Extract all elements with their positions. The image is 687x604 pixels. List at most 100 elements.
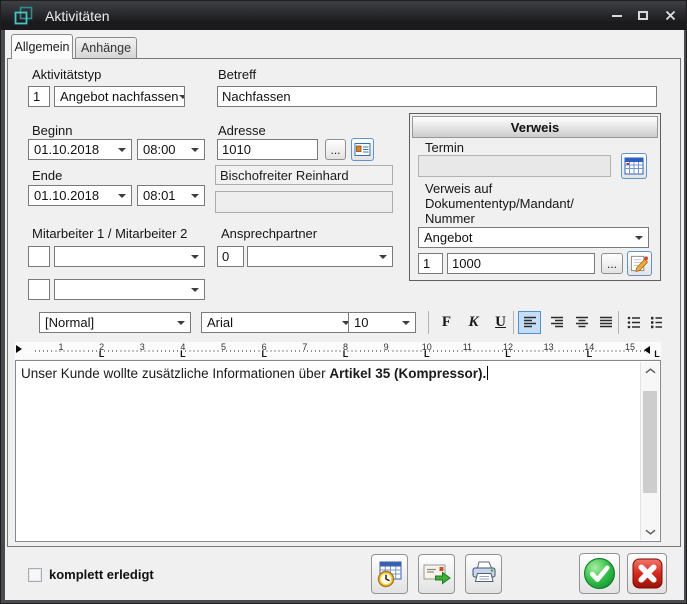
vertical-scrollbar[interactable]	[640, 362, 659, 540]
chevron-down-icon	[645, 529, 656, 535]
verweis-title: Verweis	[511, 120, 559, 135]
ruler-tab-stop[interactable]: L	[343, 349, 349, 359]
nummer-field[interactable]: 1000	[447, 253, 595, 274]
ruler-indent-marker[interactable]	[16, 345, 22, 353]
beginn-date-value: 01.10.2018	[34, 142, 99, 157]
bullet-list-button[interactable]	[622, 311, 645, 334]
numbered-list-button[interactable]	[646, 311, 663, 334]
font-size-value: 10	[354, 315, 368, 330]
termin-field[interactable]	[418, 155, 611, 177]
tab-allgemein[interactable]: Allgemein	[11, 34, 73, 59]
align-center-button[interactable]	[570, 311, 593, 334]
ruler-number: 1	[58, 342, 63, 352]
cancel-button[interactable]	[627, 553, 667, 594]
align-justify-button[interactable]	[594, 311, 617, 334]
font-size-dropdown[interactable]: 10	[348, 312, 416, 333]
aktivitaeten-window: Aktivitäten Allgemein Anhänge Aktivitäts…	[0, 0, 687, 604]
verweis-browse-label: ...	[607, 257, 617, 271]
font-family-dropdown[interactable]: Arial	[201, 312, 356, 333]
minimize-icon[interactable]	[607, 7, 627, 24]
dokumententyp-dropdown[interactable]: Angebot	[418, 227, 649, 248]
scrollbar-thumb[interactable]	[643, 391, 657, 493]
chevron-up-icon	[645, 368, 656, 374]
align-right-icon	[550, 316, 564, 329]
minimize-glyph	[612, 15, 622, 17]
komplett-erledigt-label: komplett erledigt	[49, 567, 154, 582]
beginn-time-value: 08:00	[143, 142, 176, 157]
adresse-card-button[interactable]	[351, 138, 374, 161]
ruler-tab-stop[interactable]: L	[424, 349, 430, 359]
notes-text: Unser Kunde wollte zusätzliche Informati…	[21, 365, 634, 383]
beginn-date-dropdown[interactable]: 01.10.2018	[28, 139, 132, 160]
ruler-tab-stop[interactable]: L	[654, 349, 660, 359]
maximize-icon[interactable]	[633, 7, 653, 24]
scroll-down-button[interactable]	[641, 523, 659, 540]
print-button[interactable]	[465, 554, 502, 594]
beginn-time-dropdown[interactable]: 08:00	[137, 139, 205, 160]
chevron-down-icon	[177, 321, 185, 325]
scroll-up-button[interactable]	[641, 362, 659, 379]
verweis-browse-button[interactable]: ...	[601, 253, 623, 274]
ruler-tab-stop[interactable]: L	[505, 349, 511, 359]
ruler-tab-stop[interactable]: L	[180, 349, 186, 359]
mitarbeiter1-dropdown[interactable]	[54, 246, 205, 267]
ende-date-dropdown[interactable]: 01.10.2018	[28, 185, 132, 206]
ansprechpartner-code-field[interactable]: 0	[217, 246, 244, 267]
italic-button[interactable]: K	[461, 311, 486, 334]
adresse-label: Adresse	[218, 123, 266, 138]
ruler-number: 9	[384, 342, 389, 352]
aktivitaetstyp-dropdown[interactable]: Angebot nachfassen	[54, 86, 185, 107]
window-title: Aktivitäten	[45, 8, 110, 24]
paragraph-style-dropdown[interactable]: [Normal]	[39, 312, 191, 333]
adresse-browse-label: ...	[330, 143, 340, 157]
ende-time-dropdown[interactable]: 08:01	[137, 185, 205, 206]
send-email-button[interactable]	[418, 554, 455, 594]
notes-text-normal: Unser Kunde wollte zusätzliche Informati…	[21, 366, 329, 381]
verweis-edit-button[interactable]	[627, 251, 652, 276]
bullet-list-icon	[627, 316, 641, 329]
mandant-field[interactable]: 1	[418, 253, 443, 274]
calendar-icon	[624, 156, 644, 176]
align-left-button[interactable]	[518, 311, 541, 334]
schedule-button[interactable]	[371, 554, 408, 594]
ruler-margin-marker[interactable]	[644, 346, 650, 354]
bold-button[interactable]: F	[434, 311, 459, 334]
chevron-down-icon	[635, 236, 643, 240]
ruler-tab-stop[interactable]: L	[99, 349, 105, 359]
tab-anhaenge[interactable]: Anhänge	[75, 37, 137, 58]
termin-calendar-button[interactable]	[621, 153, 647, 179]
ruler[interactable]: 123456789101112131415LLLLLLLL	[15, 342, 661, 359]
mitarbeiter2-code-field[interactable]	[28, 279, 50, 300]
adresse-browse-button[interactable]: ...	[325, 139, 346, 160]
underline-button[interactable]: U	[488, 311, 513, 334]
ruler-number: 5	[221, 342, 226, 352]
toolbar-separator	[428, 311, 429, 334]
ruler-number: 7	[302, 342, 307, 352]
komplett-erledigt-checkbox[interactable]	[28, 568, 42, 582]
aktivitaetstyp-label: Aktivitätstyp	[32, 67, 101, 82]
ansprechpartner-label: Ansprechpartner	[221, 226, 317, 241]
ruler-tab-stop[interactable]: L	[587, 349, 593, 359]
ruler-number: 13	[544, 342, 554, 352]
ok-button[interactable]	[579, 553, 620, 594]
adresse-name-value: Bischofreiter Reinhard	[220, 168, 349, 183]
betreff-field[interactable]: Nachfassen	[217, 86, 657, 107]
aktivitaetstyp-code-field[interactable]: 1	[28, 86, 50, 107]
ansprechpartner-code-value: 0	[222, 249, 229, 264]
ansprechpartner-dropdown[interactable]	[247, 246, 393, 267]
bold-label: F	[442, 314, 451, 331]
align-right-button[interactable]	[545, 311, 568, 334]
adresse-field[interactable]: 1010	[217, 139, 318, 160]
notes-textarea[interactable]: Unser Kunde wollte zusätzliche Informati…	[15, 360, 661, 542]
close-icon[interactable]	[659, 7, 681, 24]
chevron-down-icon	[118, 148, 126, 152]
betreff-value: Nachfassen	[222, 89, 291, 104]
edit-pencil-icon	[630, 254, 649, 273]
nummer-value: 1000	[452, 256, 481, 271]
chevron-down-icon	[118, 194, 126, 198]
mitarbeiter1-code-field[interactable]	[28, 246, 50, 267]
termin-label: Termin	[425, 140, 464, 155]
ruler-number: 15	[625, 342, 635, 352]
mitarbeiter2-dropdown[interactable]	[54, 279, 205, 300]
ruler-tab-stop[interactable]: L	[261, 349, 267, 359]
